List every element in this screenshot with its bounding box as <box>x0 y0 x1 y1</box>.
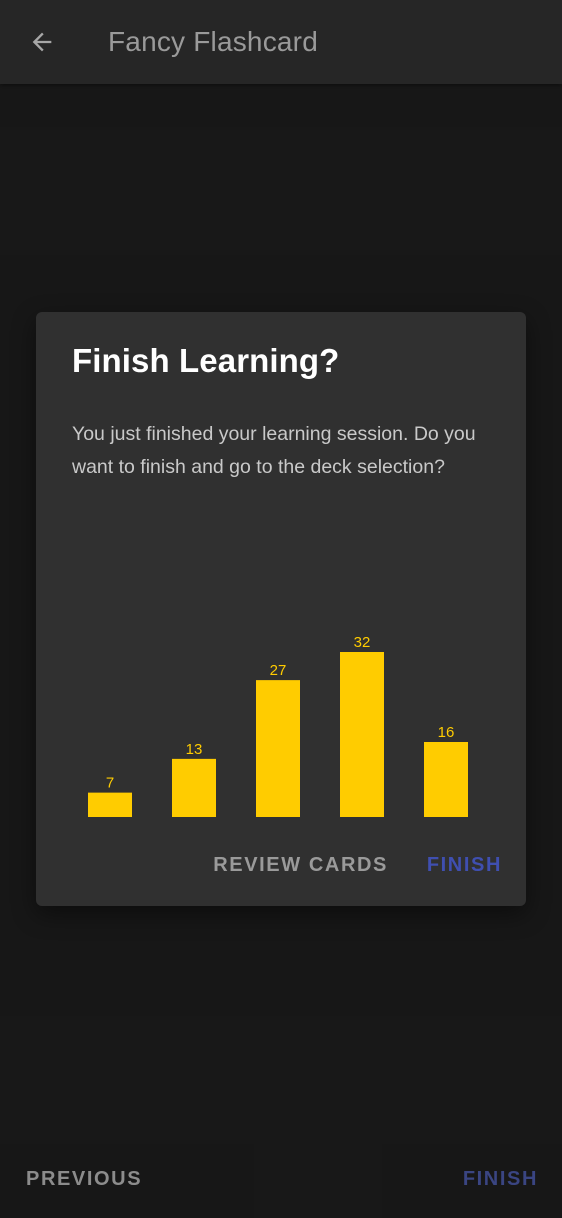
chart-bar-5 <box>424 742 468 817</box>
dialog-message: You just finished your learning session.… <box>72 423 476 478</box>
previous-button[interactable]: PREVIOUS <box>26 1168 142 1191</box>
chart-value-label-4: 32 <box>354 634 371 651</box>
bottom-finish-button[interactable]: FINISH <box>463 1168 538 1191</box>
app-screen: Fancy Flashcard Finish Learning? You jus… <box>0 0 562 1218</box>
chart-bar-3 <box>256 680 300 817</box>
review-cards-button[interactable]: REVIEW CARDS <box>213 854 388 877</box>
chart-value-label-5: 16 <box>438 724 455 741</box>
chart-bar-4 <box>340 652 384 817</box>
finish-learning-dialog: Finish Learning? You just finished your … <box>36 312 526 906</box>
dialog-finish-button[interactable]: FINISH <box>427 854 502 877</box>
chart-bar-1 <box>88 792 132 817</box>
chart-svg: 71132273324165 <box>88 634 468 817</box>
bottom-navigation: PREVIOUS FINISH <box>0 1160 562 1200</box>
score-distribution-chart: 71132273324165 <box>72 547 492 817</box>
chart-value-label-3: 27 <box>270 662 287 679</box>
chart-value-label-1: 7 <box>106 775 114 792</box>
app-title: Fancy Flashcard <box>108 26 318 57</box>
app-bar: Fancy Flashcard <box>0 0 562 84</box>
dialog-actions: REVIEW CARDS FINISH <box>36 848 526 888</box>
chart-value-label-2: 13 <box>186 741 203 758</box>
back-button[interactable] <box>18 20 66 64</box>
dialog-title: Finish Learning? <box>72 342 340 379</box>
chart-bar-2 <box>172 758 216 817</box>
arrow-back-icon <box>32 32 52 52</box>
